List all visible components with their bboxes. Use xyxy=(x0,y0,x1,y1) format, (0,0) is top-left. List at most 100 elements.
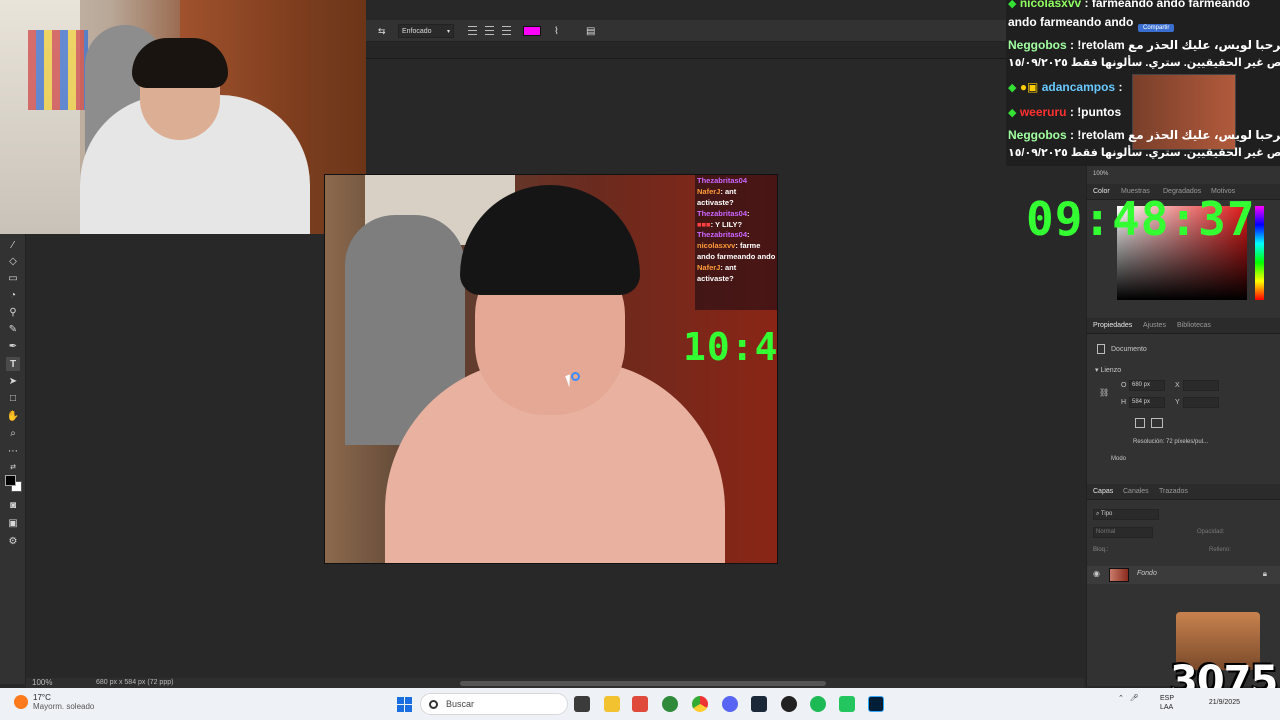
start-button-icon[interactable] xyxy=(397,697,412,712)
layer-filter-input[interactable]: ⌕ Tipo xyxy=(1093,509,1159,520)
fill-label: Relleno: xyxy=(1209,547,1232,553)
chat-text: الأشخاص غير الحقيقيين. ستري. سألونها فقط… xyxy=(1008,57,1280,69)
foreground-color[interactable] xyxy=(5,475,16,486)
layer-row[interactable]: ◉ Fondo 🔒︎ xyxy=(1087,566,1280,584)
blur-tool-icon[interactable]: ◔ xyxy=(6,288,20,302)
system-tray[interactable]: ⌃ 🎤︎ xyxy=(1118,694,1139,702)
chat-text: !puntos xyxy=(1077,105,1122,119)
taskbar-search[interactable]: Buscar xyxy=(420,693,568,715)
file-explorer-icon[interactable] xyxy=(604,696,620,712)
tab-properties[interactable]: Propiedades xyxy=(1093,322,1132,329)
portrait-icon[interactable] xyxy=(1135,418,1145,428)
text-orientation-icon[interactable]: ⇆ xyxy=(378,24,386,38)
align-center-icon[interactable] xyxy=(485,26,494,35)
xbox-icon[interactable] xyxy=(662,696,678,712)
clock[interactable]: 21/9/2025 xyxy=(1196,692,1240,706)
steam-icon[interactable] xyxy=(751,696,767,712)
task-view-icon[interactable] xyxy=(574,696,590,712)
height-field[interactable]: 584 px xyxy=(1129,397,1165,408)
text-tool-icon[interactable]: T xyxy=(6,357,20,371)
zoom-level[interactable]: 100% xyxy=(32,678,52,687)
quick-mask-icon[interactable]: ◙ xyxy=(6,498,20,512)
photoshop-icon[interactable] xyxy=(868,696,884,712)
chat-sep: : xyxy=(1069,105,1074,119)
weather-widget[interactable]: 17°C Mayorm. soleado xyxy=(14,693,94,711)
stream-timer: 09:48:37 xyxy=(1026,192,1256,246)
zoom-tool-icon[interactable]: ⌕ xyxy=(6,426,20,440)
chat-text: ando farmeando ando xyxy=(697,252,776,262)
canvas-section[interactable]: ▾ Lienzo xyxy=(1095,366,1121,374)
weather-desc: Mayorm. soleado xyxy=(33,702,95,711)
figures xyxy=(28,30,88,110)
chat-text: farmeando ando farmeando xyxy=(1091,0,1250,10)
landscape-icon[interactable] xyxy=(1151,418,1163,428)
eraser-tool-icon[interactable]: ◇ xyxy=(6,254,20,268)
warp-text-icon[interactable]: ⌇ xyxy=(554,24,559,38)
tab-paths[interactable]: Trazados xyxy=(1159,488,1188,495)
horizontal-scrollbar[interactable] xyxy=(460,681,826,686)
document-info: 680 px x 584 px (72 ppp) xyxy=(96,679,174,686)
discord-icon[interactable] xyxy=(722,696,738,712)
x-field[interactable] xyxy=(1183,380,1219,391)
brush-tool-icon[interactable]: ⁄ xyxy=(6,238,20,252)
hue-slider[interactable] xyxy=(1255,206,1264,300)
swap-colors-icon[interactable]: ⇄ xyxy=(6,460,20,474)
document-canvas[interactable]: Thezabritas04 NaferJ: ant activaste? The… xyxy=(324,174,778,564)
chat-sep: : xyxy=(1070,38,1075,52)
chat-text: : xyxy=(747,208,750,218)
dodge-tool-icon[interactable]: ⚲ xyxy=(6,305,20,319)
smudge-tool-icon[interactable]: ✎ xyxy=(6,322,20,336)
eye-icon[interactable]: ◉ xyxy=(1093,569,1100,578)
tab-channels[interactable]: Canales xyxy=(1123,488,1149,495)
document-row: Documento xyxy=(1097,344,1147,354)
more-tools-icon[interactable]: ⋯ xyxy=(6,444,20,458)
screen-mode-icon[interactable]: ▣ xyxy=(6,516,20,530)
align-left-icon[interactable] xyxy=(468,26,477,35)
path-selection-icon[interactable]: ➤ xyxy=(6,374,20,388)
chat-user: Neggobos xyxy=(1008,38,1067,52)
search-placeholder: Buscar xyxy=(446,699,475,709)
canvas-section-label: Lienzo xyxy=(1100,367,1122,374)
chevron-down-icon: ▾ xyxy=(446,28,450,35)
character-panel-icon[interactable]: ▤ xyxy=(586,24,595,38)
pen-tool-icon[interactable]: ✒ xyxy=(6,339,20,353)
language-indicator[interactable]: ESP LAA xyxy=(1160,694,1174,712)
game-launcher-icon[interactable] xyxy=(839,696,855,712)
text-color-swatch[interactable] xyxy=(523,26,541,36)
gradient-tool-icon[interactable]: ▭ xyxy=(6,271,20,285)
chat-text: !retolam مرحبا لويس، عليك الحذر مع xyxy=(1077,38,1280,52)
share-button[interactable]: Compartir xyxy=(1138,24,1175,32)
chat-text: !retolam مرحبا لويس، عليك الحذر مع xyxy=(1077,128,1280,142)
chat-user: nicolasxvv xyxy=(1019,0,1082,10)
width-field[interactable]: 680 px xyxy=(1129,380,1165,391)
edit-toolbar-icon[interactable]: ⚙ xyxy=(6,534,20,548)
tab-adjustments[interactable]: Ajustes xyxy=(1143,322,1166,329)
chrome-icon[interactable] xyxy=(692,696,708,712)
tab-libraries[interactable]: Bibliotecas xyxy=(1177,322,1211,329)
chat-text: ando farmeando ando xyxy=(1008,15,1134,29)
anydesk-icon[interactable] xyxy=(632,696,648,712)
sun-icon xyxy=(14,695,28,709)
chat-text: : xyxy=(747,230,750,240)
options-bar: ⇆ Enfocado ▾ ⌇ ▤ xyxy=(366,20,1006,42)
layers-panel-tabs: Capas Canales Trazados xyxy=(1087,484,1280,500)
spotify-icon[interactable] xyxy=(810,696,826,712)
doc-timer: 10:4 xyxy=(683,325,778,369)
tab-layers[interactable]: Capas xyxy=(1093,488,1113,495)
chat-text: : ant xyxy=(720,186,737,196)
antialias-select[interactable]: Enfocado ▾ xyxy=(398,24,454,38)
chat-user: NaferJ xyxy=(697,186,721,196)
document-icon xyxy=(1097,344,1105,354)
link-icon[interactable]: ⛓ xyxy=(1099,388,1109,397)
y-field[interactable] xyxy=(1183,397,1219,408)
align-right-icon[interactable] xyxy=(502,26,511,35)
layer-filter-placeholder: Tipo xyxy=(1100,511,1113,517)
rectangle-tool-icon[interactable]: □ xyxy=(6,391,20,405)
document-tab-strip xyxy=(366,43,1086,59)
obs-icon[interactable] xyxy=(781,696,797,712)
chat-text: : ant xyxy=(720,263,737,272)
chat-text: activaste? xyxy=(697,273,734,283)
hand-tool-icon[interactable]: ✋ xyxy=(6,409,20,423)
panel-zoom: 100% xyxy=(1093,171,1109,177)
blend-mode-select[interactable]: Normal xyxy=(1093,527,1153,538)
